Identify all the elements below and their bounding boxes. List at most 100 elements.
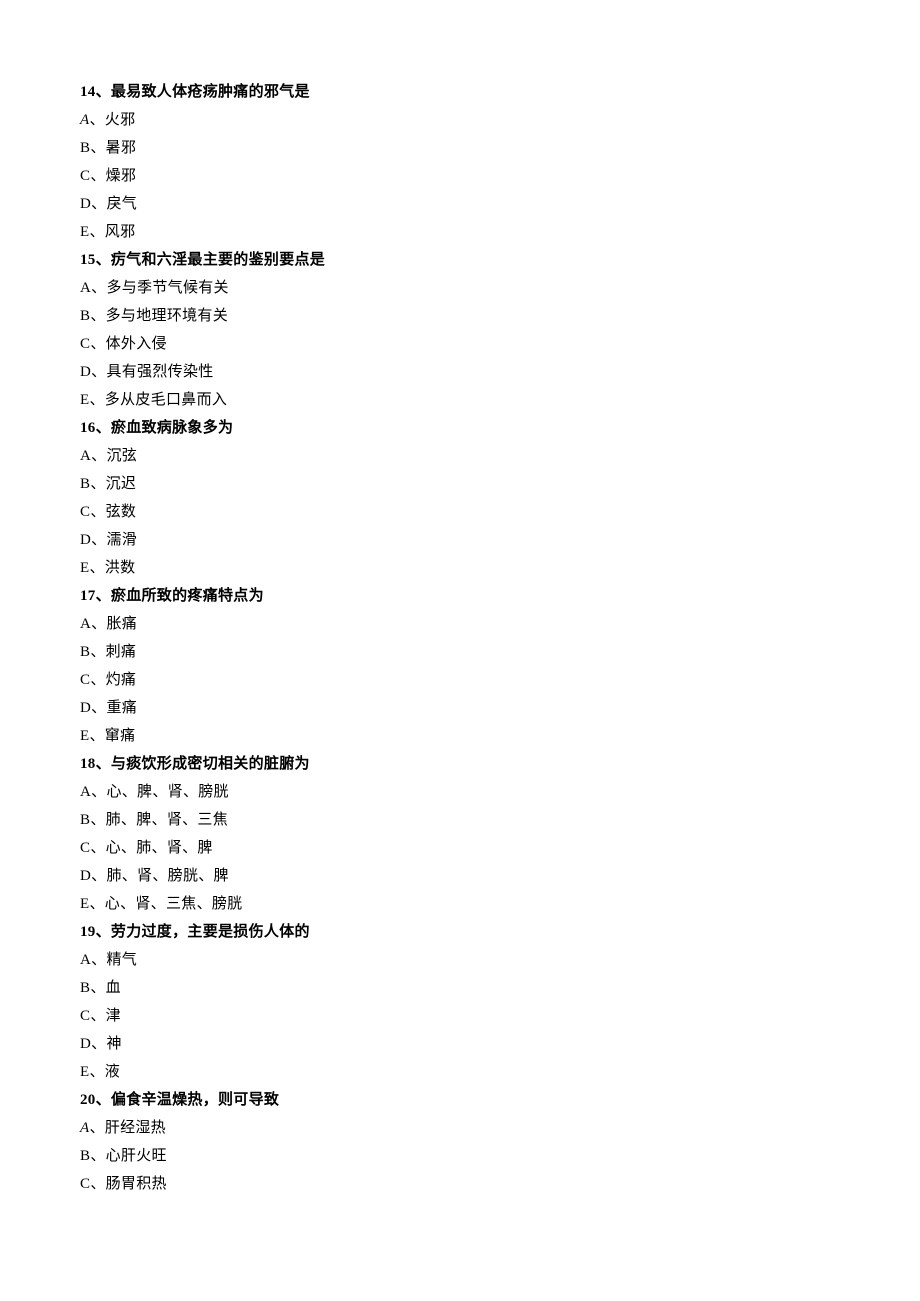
option-text: 、多从皮毛口鼻而入 — [89, 392, 227, 408]
option-text: 、神 — [91, 1036, 122, 1052]
option-text: 、刺痛 — [90, 644, 136, 660]
question-stem: 18、与痰饮形成密切相关的脏腑为 — [80, 757, 920, 772]
question-block: 20、偏食辛温燥热，则可导致A、肝经湿热B、心肝火旺C、肠胃积热 — [80, 1093, 920, 1192]
option: B、血 — [80, 981, 920, 996]
question-block: 15、疠气和六淫最主要的鉴别要点是A、多与季节气候有关B、多与地理环境有关C、体… — [80, 253, 920, 408]
question-stem: 16、瘀血致病脉象多为 — [80, 421, 920, 436]
option: C、体外入侵 — [80, 337, 920, 352]
question-stem-text: 、偏食辛温燥热，则可导致 — [96, 1092, 280, 1108]
option-letter: B — [80, 140, 90, 156]
option: B、刺痛 — [80, 645, 920, 660]
question-stem-text: 、疠气和六淫最主要的鉴别要点是 — [96, 252, 326, 268]
option-letter: C — [80, 336, 90, 352]
option: E、洪数 — [80, 561, 920, 576]
option-letter: A — [80, 280, 91, 296]
option: C、灼痛 — [80, 673, 920, 688]
option-letter: D — [80, 1036, 91, 1052]
option-text: 、暑邪 — [90, 140, 136, 156]
question-stem-text: 、最易致人体疮疡肿痛的邪气是 — [96, 84, 310, 100]
question-stem: 14、最易致人体疮疡肿痛的邪气是 — [80, 85, 920, 100]
option-text: 、重痛 — [91, 700, 137, 716]
question-number: 16 — [80, 420, 96, 436]
option: E、风邪 — [80, 225, 920, 240]
option: C、燥邪 — [80, 169, 920, 184]
option-text: 、心肝火旺 — [90, 1148, 167, 1164]
option-text: 、弦数 — [90, 504, 136, 520]
option: A、精气 — [80, 953, 920, 968]
option: C、津 — [80, 1009, 920, 1024]
option-letter: C — [80, 840, 90, 856]
question-stem-text: 、瘀血致病脉象多为 — [96, 420, 234, 436]
option-letter: B — [80, 308, 90, 324]
question-block: 16、瘀血致病脉象多为A、沉弦B、沉迟C、弦数D、濡滑E、洪数 — [80, 421, 920, 576]
question-number: 18 — [80, 756, 96, 772]
question-stem: 20、偏食辛温燥热，则可导致 — [80, 1093, 920, 1108]
question-number: 17 — [80, 588, 96, 604]
option-letter: C — [80, 1176, 90, 1192]
question-stem-text: 、劳力过度，主要是损伤人体的 — [96, 924, 310, 940]
option: B、沉迟 — [80, 477, 920, 492]
option-text: 、多与季节气候有关 — [91, 280, 229, 296]
option-letter: B — [80, 644, 90, 660]
option-letter: A — [80, 952, 91, 968]
option: D、神 — [80, 1037, 920, 1052]
option: A、胀痛 — [80, 617, 920, 632]
document-content: 14、最易致人体疮疡肿痛的邪气是A、火邪B、暑邪C、燥邪D、戾气E、风邪15、疠… — [80, 85, 920, 1192]
question-block: 14、最易致人体疮疡肿痛的邪气是A、火邪B、暑邪C、燥邪D、戾气E、风邪 — [80, 85, 920, 240]
option-text: 、精气 — [91, 952, 137, 968]
option-text: 、沉弦 — [91, 448, 137, 464]
option-text: 、肺、肾、膀胱、脾 — [91, 868, 229, 884]
option-text: 、沉迟 — [90, 476, 136, 492]
question-block: 17、瘀血所致的疼痛特点为A、胀痛B、刺痛C、灼痛D、重痛E、窜痛 — [80, 589, 920, 744]
option-letter: D — [80, 868, 91, 884]
option-text: 、血 — [90, 980, 121, 996]
option-letter: A — [80, 616, 91, 632]
option: B、暑邪 — [80, 141, 920, 156]
option: B、多与地理环境有关 — [80, 309, 920, 324]
option-text: 、多与地理环境有关 — [90, 308, 228, 324]
option-text: 、液 — [89, 1064, 120, 1080]
option-text: 、灼痛 — [90, 672, 136, 688]
question-number: 15 — [80, 252, 96, 268]
option-text: 、具有强烈传染性 — [91, 364, 213, 380]
option-text: 、肺、脾、肾、三焦 — [90, 812, 228, 828]
option-text: 、心、脾、肾、膀胱 — [91, 784, 229, 800]
option-letter: D — [80, 700, 91, 716]
question-stem-text: 、与痰饮形成密切相关的脏腑为 — [96, 756, 310, 772]
option-letter: D — [80, 196, 91, 212]
option: A、火邪 — [80, 113, 920, 128]
option-letter: C — [80, 168, 90, 184]
option-text: 、火邪 — [89, 112, 135, 128]
option-text: 、洪数 — [89, 560, 135, 576]
option-letter: B — [80, 476, 90, 492]
option: D、濡滑 — [80, 533, 920, 548]
option: D、肺、肾、膀胱、脾 — [80, 869, 920, 884]
question-stem-text: 、瘀血所致的疼痛特点为 — [96, 588, 264, 604]
option-text: 、窜痛 — [89, 728, 135, 744]
question-stem: 15、疠气和六淫最主要的鉴别要点是 — [80, 253, 920, 268]
option: C、心、肺、肾、脾 — [80, 841, 920, 856]
option-letter: C — [80, 672, 90, 688]
option-letter: A — [80, 448, 91, 464]
option-text: 、津 — [90, 1008, 121, 1024]
option: A、多与季节气候有关 — [80, 281, 920, 296]
option-letter: B — [80, 1148, 90, 1164]
option-letter: A — [80, 784, 91, 800]
option: D、重痛 — [80, 701, 920, 716]
question-block: 19、劳力过度，主要是损伤人体的 A、精气 B、血 C、津 D、神 E、液 — [80, 925, 920, 1080]
option-letter: D — [80, 364, 91, 380]
option-text: 、风邪 — [89, 224, 135, 240]
option-text: 、燥邪 — [90, 168, 136, 184]
option: B、心肝火旺 — [80, 1149, 920, 1164]
option-text: 、戾气 — [91, 196, 137, 212]
option: E、多从皮毛口鼻而入 — [80, 393, 920, 408]
option: A、心、脾、肾、膀胱 — [80, 785, 920, 800]
option: B、肺、脾、肾、三焦 — [80, 813, 920, 828]
question-number: 19 — [80, 924, 96, 940]
option-letter: D — [80, 532, 91, 548]
question-number: 20 — [80, 1092, 96, 1108]
question-stem: 17、瘀血所致的疼痛特点为 — [80, 589, 920, 604]
option: E、液 — [80, 1065, 920, 1080]
option-letter: C — [80, 1008, 90, 1024]
question-stem: 19、劳力过度，主要是损伤人体的 — [80, 925, 920, 940]
